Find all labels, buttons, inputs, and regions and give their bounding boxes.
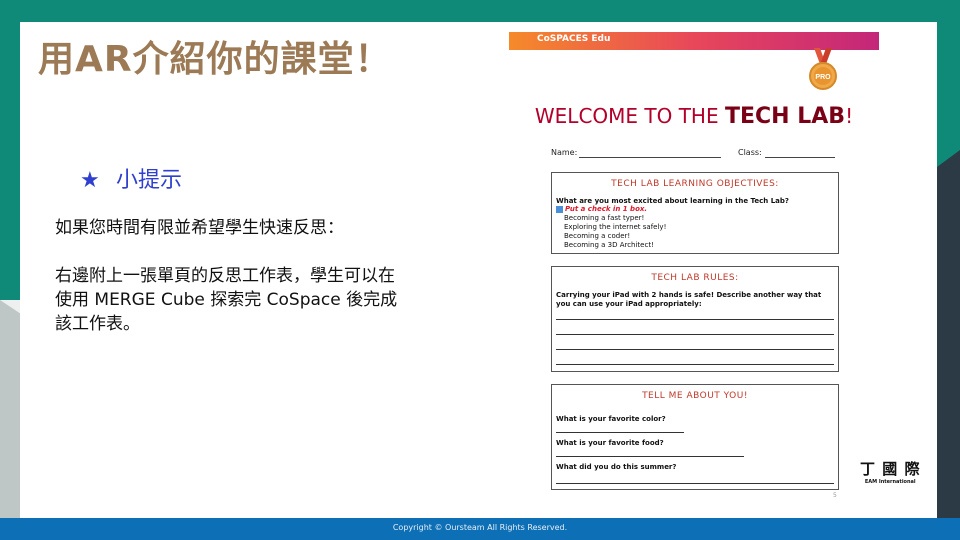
brand-name-en: EAM International: [864, 479, 916, 485]
about-box: TELL ME ABOUT YOU! What is your favorite…: [551, 384, 839, 490]
tip-label: 小提示: [116, 168, 183, 193]
objective-option: Becoming a fast typer!: [564, 214, 645, 222]
objectives-box: TECH LAB LEARNING OBJECTIVES: What are y…: [551, 172, 839, 254]
objective-option: Exploring the internet safely!: [564, 223, 667, 231]
paragraph-2-line-2: 使用 MERGE Cube 探索完 CoSpace 後完成: [55, 290, 398, 310]
writing-line: [556, 334, 834, 335]
page-number: 5: [833, 492, 837, 499]
medal-text: PRO: [815, 74, 831, 81]
name-line: [579, 157, 721, 158]
worksheet-heading: WELCOME TO THE TECH LAB!: [509, 104, 879, 129]
writing-line: [556, 483, 834, 484]
about-q2: What is your favorite food?: [556, 439, 664, 447]
class-line: [765, 157, 835, 158]
body-text: 如果您時間有限並希望學生快速反思： 右邊附上一張單頁的反思工作表，學生可以在 使…: [55, 216, 485, 336]
footer-copyright: Copyright © Oursteam All Rights Reserved…: [392, 523, 568, 532]
about-q3: What did you do this summer?: [556, 463, 677, 471]
writing-line: [556, 456, 744, 457]
writing-line: [556, 364, 834, 365]
tip-heading: ★ 小提示: [80, 162, 182, 194]
writing-line: [556, 432, 684, 433]
footer-bar: Copyright © Oursteam All Rights Reserved…: [0, 518, 960, 540]
about-title: TELL ME ABOUT YOU!: [642, 391, 748, 401]
class-label: Class:: [738, 148, 762, 157]
objectives-title: TECH LAB LEARNING OBJECTIVES:: [611, 179, 779, 189]
about-q1: What is your favorite color?: [556, 415, 666, 423]
pro-medal-icon: PRO: [809, 48, 837, 90]
cospaces-logo: CoSPACES Edu: [537, 34, 611, 44]
name-label: Name:: [551, 148, 578, 157]
writing-line: [556, 349, 834, 350]
objective-option: Becoming a coder!: [564, 232, 631, 240]
brand-name-cn: 丁 國 際: [860, 460, 921, 478]
objectives-instruction: Put a check in 1 box.: [556, 205, 838, 214]
brand-logo: 丁 國 際 EAM International: [860, 458, 920, 485]
paragraph-1: 如果您時間有限並希望學生快速反思：: [55, 218, 344, 238]
checkbox-icon: [556, 205, 563, 213]
slide-title: 用AR介紹你的課堂！: [38, 39, 392, 80]
worksheet-image: CoSPACES Edu PRO WELCOME TO THE TECH LAB…: [509, 32, 879, 512]
heading-mark: !: [845, 104, 854, 128]
rules-question: Carrying your iPad with 2 hands is safe!…: [556, 291, 822, 308]
rules-box: TECH LAB RULES: Carrying your iPad with …: [551, 266, 839, 372]
slide-canvas: 用AR介紹你的課堂！ ★ 小提示 如果您時間有限並希望學生快速反思： 右邊附上一張…: [20, 22, 937, 518]
paragraph-2-line-1: 右邊附上一張單頁的反思工作表，學生可以在: [55, 266, 395, 286]
objectives-question: What are you most excited about learning…: [556, 197, 789, 205]
writing-line: [556, 319, 834, 320]
heading-tech-lab: TECH LAB: [724, 104, 846, 129]
heading-welcome: WELCOME TO THE: [534, 104, 719, 128]
star-icon: ★: [80, 168, 100, 193]
rules-title: TECH LAB RULES:: [651, 273, 739, 283]
objective-option: Becoming a 3D Architect!: [564, 241, 654, 249]
paragraph-2-line-3: 該工作表。: [55, 314, 140, 334]
